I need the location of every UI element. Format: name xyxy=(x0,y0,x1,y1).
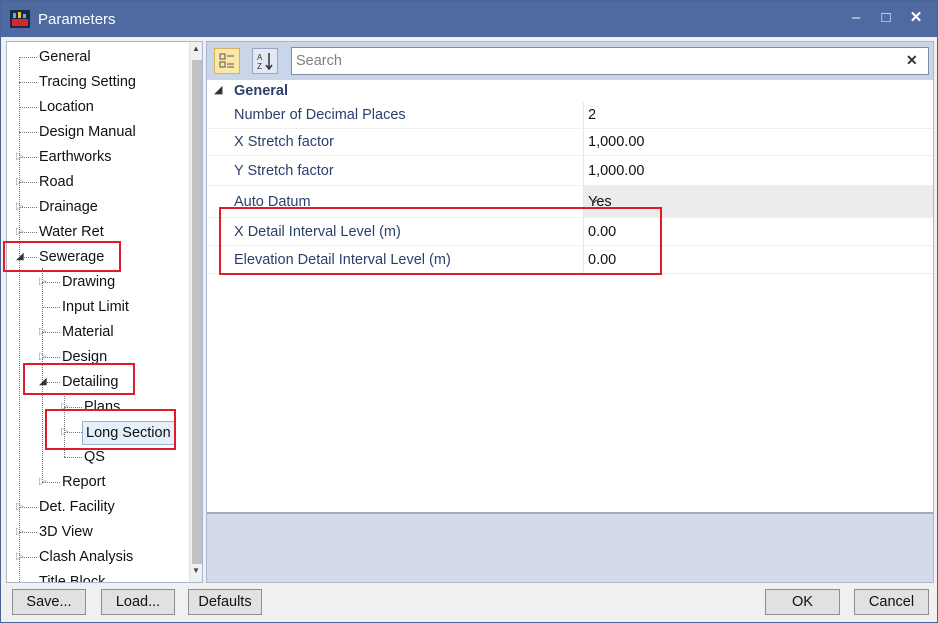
category-row-general[interactable]: ◢ General xyxy=(207,80,933,102)
tree-item-label: Road xyxy=(39,174,74,190)
tree-item-input-limit[interactable]: Input Limit xyxy=(60,296,131,318)
tree-item-label: Drainage xyxy=(39,199,98,215)
property-name: X Stretch factor xyxy=(234,134,334,150)
tree-connector xyxy=(42,307,60,308)
tree-item-title-block[interactable]: Title Block xyxy=(37,571,107,583)
categorized-view-button[interactable] xyxy=(214,48,240,74)
tree-item-drainage[interactable]: Drainage xyxy=(37,196,100,218)
tree-connector xyxy=(19,82,37,83)
tree-item-label: Input Limit xyxy=(62,299,129,315)
highlight-sewerage xyxy=(3,241,121,272)
window-title: Parameters xyxy=(38,11,116,28)
expand-icon[interactable]: ▷ xyxy=(16,226,24,237)
property-value-field[interactable]: 2 xyxy=(583,102,933,128)
tree-item-label: Title Block xyxy=(39,574,106,583)
tree-item-det-facility[interactable]: Det. Facility xyxy=(37,496,117,518)
tree-item-label: General xyxy=(39,49,91,65)
tree-item-label: Clash Analysis xyxy=(39,549,134,565)
tree-item-label: Water Ret xyxy=(39,224,104,240)
tree-item-design-manual[interactable]: Design Manual xyxy=(37,121,138,143)
tree-item-label: Report xyxy=(62,474,106,490)
property-row-y-stretch-factor[interactable]: Y Stretch factor 1,000.00 xyxy=(207,156,933,186)
property-toolbar: A Z ✕ xyxy=(207,42,933,80)
expand-icon[interactable]: ▷ xyxy=(39,326,47,337)
tree-item-report[interactable]: Report xyxy=(60,471,108,493)
tree-connector xyxy=(19,107,37,108)
parameter-tree[interactable]: ▲ ▼ General Tracing Setting Location Design… xyxy=(6,41,203,583)
tree-item-label: Tracing Setting xyxy=(39,74,136,90)
close-button[interactable]: ✕ xyxy=(903,7,929,29)
tree-item-label: 3D View xyxy=(39,524,93,540)
search-box[interactable]: ✕ xyxy=(291,47,929,75)
expand-icon[interactable]: ▷ xyxy=(16,176,24,187)
expand-icon[interactable]: ▷ xyxy=(16,501,24,512)
scrollbar-thumb[interactable] xyxy=(192,60,202,564)
property-value-field[interactable]: 1,000.00 xyxy=(583,156,933,185)
app-logo-icon xyxy=(10,10,30,28)
tree-item-3d-view[interactable]: 3D View xyxy=(37,521,95,543)
tree-item-label: Material xyxy=(62,324,114,340)
tree-item-tracing-setting[interactable]: Tracing Setting xyxy=(37,71,138,93)
tree-item-label: Location xyxy=(39,99,94,115)
category-label: General xyxy=(234,83,288,99)
expand-icon[interactable]: ▷ xyxy=(16,201,24,212)
tree-connector xyxy=(19,57,37,58)
property-row-x-stretch-factor[interactable]: X Stretch factor 1,000.00 xyxy=(207,129,933,156)
highlight-long-section xyxy=(45,409,176,450)
property-grid-panel: A Z ✕ ◢ General Number of Decimal Places… xyxy=(206,41,934,583)
expand-icon[interactable]: ▷ xyxy=(39,476,47,487)
tree-connector xyxy=(19,132,37,133)
cancel-button[interactable]: Cancel xyxy=(854,589,929,615)
maximize-button[interactable]: □ xyxy=(873,7,899,29)
expand-icon[interactable]: ▷ xyxy=(16,151,24,162)
scroll-up-icon[interactable]: ▲ xyxy=(192,44,200,53)
description-area xyxy=(207,512,933,582)
tree-connector xyxy=(64,457,82,458)
property-name: Number of Decimal Places xyxy=(234,107,406,123)
parameters-window: Parameters – □ ✕ ▲ ▼ General Tracing Sett… xyxy=(0,0,938,623)
tree-item-earthworks[interactable]: Earthworks xyxy=(37,146,114,168)
tree-item-general[interactable]: General xyxy=(37,46,93,68)
property-name: Y Stretch factor xyxy=(234,163,334,179)
highlight-interval-properties xyxy=(219,207,662,275)
title-bar: Parameters – □ ✕ xyxy=(1,1,937,37)
highlight-detailing xyxy=(23,363,135,395)
tree-item-location[interactable]: Location xyxy=(37,96,96,118)
save-button[interactable]: Save... xyxy=(12,589,86,615)
minimize-button[interactable]: – xyxy=(843,7,869,29)
property-value: 1,000.00 xyxy=(588,163,645,179)
tree-connector xyxy=(19,582,37,583)
tree-item-drawing[interactable]: Drawing xyxy=(60,271,117,293)
tree-item-label: Earthworks xyxy=(39,149,112,165)
expand-icon[interactable]: ▷ xyxy=(16,526,24,537)
tree-scrollbar[interactable]: ▲ ▼ xyxy=(189,42,202,582)
property-value: 2 xyxy=(588,107,597,123)
collapse-category-icon[interactable]: ◢ xyxy=(214,83,222,96)
tree-item-label: Design Manual xyxy=(39,124,136,140)
property-value: 1,000.00 xyxy=(588,134,645,150)
sort-alphabetical-button[interactable]: A Z xyxy=(252,48,278,74)
sort-alphabetical-icon: A Z xyxy=(257,53,273,71)
expand-icon[interactable]: ▷ xyxy=(39,351,47,362)
search-input[interactable] xyxy=(292,48,892,74)
tree-item-clash-analysis[interactable]: Clash Analysis xyxy=(37,546,135,568)
tree-item-road[interactable]: Road xyxy=(37,171,76,193)
svg-text:A: A xyxy=(257,53,263,62)
scroll-down-icon[interactable]: ▼ xyxy=(192,566,200,575)
defaults-button[interactable]: Defaults xyxy=(188,589,262,615)
tree-item-label: Det. Facility xyxy=(39,499,115,515)
property-row-number-of-decimal-places[interactable]: Number of Decimal Places 2 xyxy=(207,102,933,129)
expand-icon[interactable]: ▷ xyxy=(16,551,24,562)
svg-text:Z: Z xyxy=(257,62,262,71)
property-value-field[interactable]: 1,000.00 xyxy=(583,129,933,155)
load-button[interactable]: Load... xyxy=(101,589,175,615)
categorized-view-icon xyxy=(219,53,234,68)
clear-search-icon[interactable]: ✕ xyxy=(906,52,918,69)
chevron-down-icon[interactable]: ⌄ xyxy=(588,191,600,207)
tree-item-water-ret[interactable]: Water Ret xyxy=(37,221,106,243)
expand-icon[interactable]: ▷ xyxy=(39,276,47,287)
tree-item-label: Drawing xyxy=(62,274,116,290)
ok-button[interactable]: OK xyxy=(765,589,840,615)
tree-item-material[interactable]: Material xyxy=(60,321,116,343)
